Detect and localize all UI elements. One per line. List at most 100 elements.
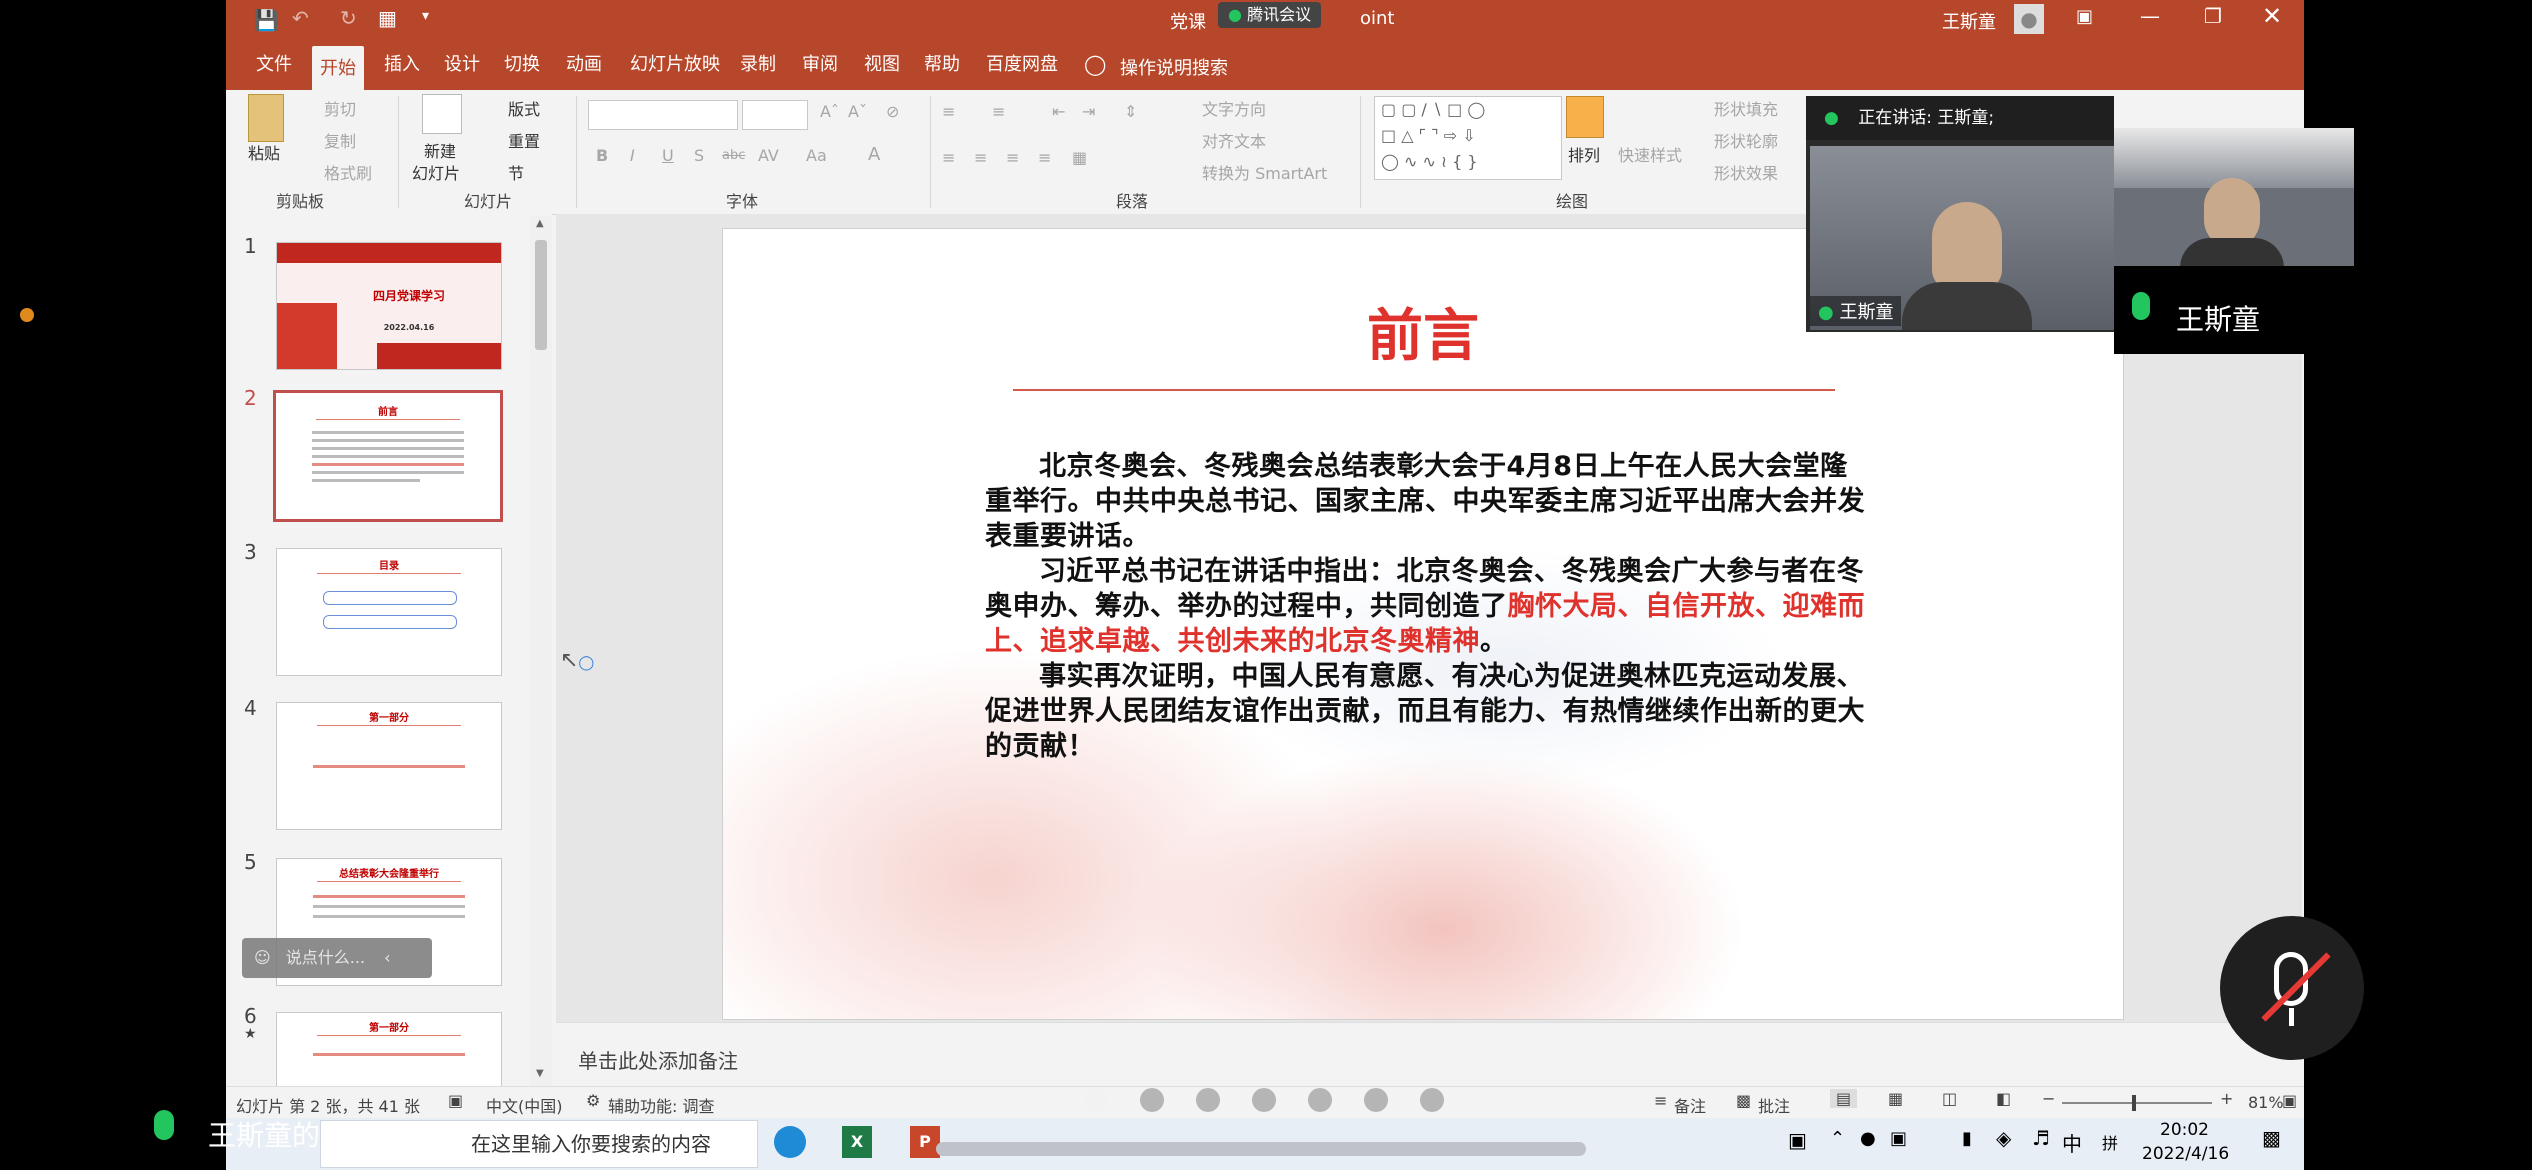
page-dot[interactable] — [1420, 1088, 1444, 1112]
notes-icon[interactable]: ≡ — [1654, 1091, 1667, 1110]
shrink-font-icon[interactable]: Aˇ — [848, 102, 867, 121]
line-spacing-icon[interactable]: ⇕ — [1124, 102, 1137, 121]
clock-time[interactable]: 20:02 — [2160, 1120, 2209, 1140]
paste-button[interactable]: 粘贴 — [248, 140, 280, 164]
ime-mode[interactable]: 拼 — [2102, 1130, 2118, 1154]
tab-home[interactable]: 开始 — [312, 46, 364, 90]
accessibility-icon[interactable]: ⚙ — [586, 1091, 600, 1110]
ribbon-display-icon[interactable]: ▣ — [2076, 6, 2093, 27]
tab-view[interactable]: 视图 — [856, 38, 908, 90]
new-slide-button-2[interactable]: 幻灯片 — [412, 160, 460, 184]
undo-icon[interactable]: ↶ — [292, 6, 309, 30]
edge-icon[interactable] — [774, 1126, 806, 1158]
page-dot[interactable] — [1084, 1088, 1108, 1112]
save-icon[interactable]: 💾 — [254, 8, 279, 32]
notification-icon[interactable]: ▩ — [2262, 1126, 2281, 1150]
chevron-up-icon[interactable]: ⌃ — [1830, 1128, 1845, 1149]
slide-body[interactable]: 北京冬奥会、冬残奥会总结表彰大会于4月8日上午在人民大会堂隆重举行。中共中央总书… — [985, 449, 1865, 764]
tab-record[interactable]: 录制 — [732, 38, 784, 90]
tab-transitions[interactable]: 切换 — [496, 38, 548, 90]
tab-insert[interactable]: 插入 — [376, 38, 428, 90]
tell-me-search[interactable]: 操作说明搜索 — [1120, 54, 1228, 80]
zoom-slider-thumb[interactable] — [2132, 1095, 2136, 1111]
notes-toggle[interactable]: 备注 — [1674, 1093, 1706, 1117]
chat-input[interactable]: ☺ 说点什么... ‹ — [242, 938, 432, 978]
shape-outline-button[interactable]: 形状轮廓 — [1714, 128, 1778, 152]
arrange-icon[interactable] — [1566, 96, 1604, 138]
slideshow-view-icon[interactable]: ◧ — [1996, 1089, 2011, 1108]
customize-qat-icon[interactable]: ▾ — [422, 8, 429, 24]
shadow-button[interactable]: S — [694, 146, 704, 165]
thumbnail-scrollbar[interactable]: ▲ ▼ — [530, 216, 552, 1086]
bold-button[interactable]: B — [596, 146, 608, 165]
font-color-button[interactable]: A — [868, 144, 880, 165]
indent-increase-icon[interactable]: ⇥ — [1082, 102, 1095, 121]
font-size-select[interactable] — [742, 100, 808, 130]
shape-fill-button[interactable]: 形状填充 — [1714, 96, 1778, 120]
align-left-icon[interactable]: ≡ — [942, 148, 955, 167]
clear-format-icon[interactable]: ⊘ — [886, 102, 899, 121]
battery-icon[interactable]: ▮ — [1962, 1128, 1972, 1149]
arrange-button[interactable]: 排列 — [1568, 142, 1600, 166]
mic-tray-icon[interactable]: ● — [1860, 1128, 1876, 1149]
italic-button[interactable]: I — [630, 146, 635, 165]
clipboard-icon[interactable] — [248, 94, 284, 142]
section-button[interactable]: 节 — [508, 160, 524, 184]
slide-thumbnail-4[interactable]: 第一部分 — [276, 702, 502, 830]
scroll-down-icon[interactable]: ▼ — [536, 1068, 544, 1079]
spacing-button[interactable]: AV — [758, 146, 779, 165]
cut-button[interactable]: 剪切 — [324, 96, 356, 120]
slide-thumbnail-6[interactable]: 第一部分 — [276, 1012, 502, 1088]
sorter-view-icon[interactable]: ▦ — [1888, 1089, 1903, 1108]
comments-icon[interactable]: ▩ — [1736, 1091, 1751, 1110]
normal-view-icon[interactable]: ▤ — [1830, 1089, 1858, 1108]
underline-button[interactable]: U — [662, 146, 674, 165]
ime-indicator[interactable]: 中 — [2062, 1128, 2082, 1157]
page-dot[interactable] — [1196, 1088, 1220, 1112]
zoom-out-icon[interactable]: − — [2042, 1089, 2055, 1108]
bullets-icon[interactable]: ≡ — [942, 102, 955, 121]
close-icon[interactable]: ✕ — [2262, 2, 2282, 30]
clock-date[interactable]: 2022/4/16 — [2142, 1144, 2229, 1164]
align-center-icon[interactable]: ≡ — [974, 148, 987, 167]
minimize-icon[interactable]: — — [2140, 4, 2160, 28]
tab-slideshow[interactable]: 幻灯片放映 — [622, 38, 728, 90]
tab-review[interactable]: 审阅 — [794, 38, 846, 90]
tab-help[interactable]: 帮助 — [916, 38, 968, 90]
wifi-icon[interactable]: ◈ — [1996, 1126, 2011, 1150]
zoom-level[interactable]: 81% — [2248, 1093, 2284, 1112]
smartart-button[interactable]: 转换为 SmartArt — [1202, 160, 1327, 184]
format-painter-button[interactable]: 格式刷 — [324, 160, 372, 184]
scroll-up-icon[interactable]: ▲ — [536, 218, 544, 229]
shapes-gallery[interactable]: ▢ ▢ ∕ ∖ □ ◯ □ △ ⌜ ⌝ ⇨ ⇩ ◯ ∿ ∿ ≀ { } — [1374, 96, 1562, 180]
quick-styles-button[interactable]: 快速样式 — [1618, 142, 1682, 166]
page-dot[interactable] — [1308, 1088, 1332, 1112]
fit-slide-icon[interactable]: ▣ — [2282, 1091, 2297, 1110]
self-video[interactable] — [2114, 128, 2354, 266]
page-dot[interactable] — [1364, 1088, 1388, 1112]
spellcheck-icon[interactable]: ▣ — [448, 1091, 463, 1110]
powerpoint-icon[interactable]: P — [910, 1126, 940, 1158]
excel-icon[interactable]: X — [842, 1126, 872, 1158]
participant-video[interactable]: ● 王斯童 — [1810, 146, 2114, 330]
shape-effects-button[interactable]: 形状效果 — [1714, 160, 1778, 184]
slide-thumbnail-2[interactable]: 前言 — [273, 390, 503, 522]
account-name[interactable]: 王斯童 — [1942, 8, 1996, 34]
zoom-slider[interactable] — [2062, 1095, 2212, 1111]
slide-canvas[interactable]: 前言 北京冬奥会、冬残奥会总结表彰大会于4月8日上午在人民大会堂隆重举行。中共中… — [722, 228, 2124, 1020]
scroll-thumb[interactable] — [535, 240, 547, 350]
notes-pane[interactable]: 单击此处添加备注 — [556, 1022, 2302, 1087]
new-slide-button[interactable]: 新建 — [424, 138, 456, 162]
text-direction-button[interactable]: 文字方向 — [1202, 96, 1266, 120]
tab-animations[interactable]: 动画 — [558, 38, 610, 90]
tray-icon[interactable]: ▣ — [1890, 1128, 1907, 1149]
restore-icon[interactable]: ❐ — [2204, 4, 2222, 28]
grow-font-icon[interactable]: Aˆ — [820, 102, 839, 121]
zoom-in-icon[interactable]: + — [2220, 1089, 2233, 1108]
page-dot[interactable] — [1140, 1088, 1164, 1112]
case-button[interactable]: Aa — [806, 146, 827, 165]
align-text-button[interactable]: 对齐文本 — [1202, 128, 1266, 152]
copy-button[interactable]: 复制 — [324, 128, 356, 152]
indent-decrease-icon[interactable]: ⇤ — [1052, 102, 1065, 121]
redo-icon[interactable]: ↻ — [340, 6, 357, 30]
